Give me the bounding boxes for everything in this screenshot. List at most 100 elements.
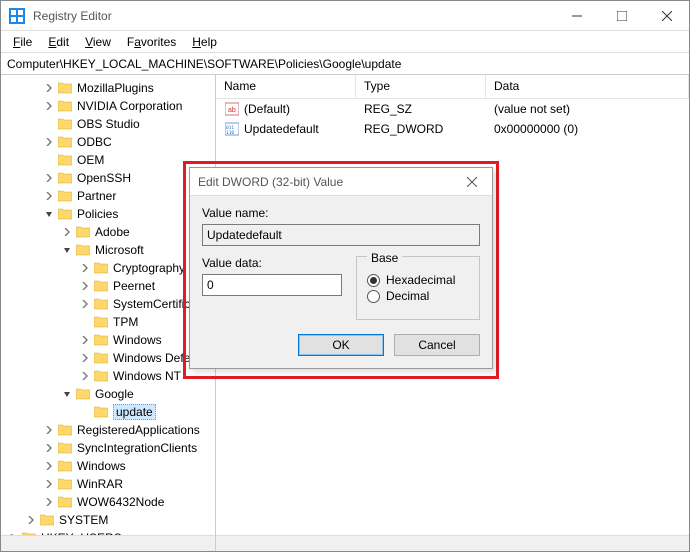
radio-hexadecimal[interactable]: Hexadecimal	[367, 273, 469, 287]
address-bar[interactable]: Computer\HKEY_LOCAL_MACHINE\SOFTWARE\Pol…	[1, 53, 689, 75]
tree-node-label: TPM	[113, 315, 138, 329]
chevron-right-icon[interactable]	[43, 496, 55, 508]
tree-node-label: Microsoft	[95, 243, 144, 257]
maximize-button[interactable]	[599, 1, 644, 31]
menu-favorites[interactable]: Favorites	[119, 33, 184, 51]
base-legend: Base	[367, 251, 402, 265]
cancel-button[interactable]: Cancel	[394, 334, 480, 356]
tree-node-mozillaplugins[interactable]: MozillaPlugins	[5, 79, 215, 97]
chevron-right-icon[interactable]	[43, 100, 55, 112]
chevron-right-icon[interactable]	[43, 136, 55, 148]
tree-node-label: ODBC	[77, 135, 112, 149]
close-button[interactable]	[644, 1, 689, 31]
tree-node-obs-studio[interactable]: OBS Studio	[5, 115, 215, 133]
chevron-right-icon[interactable]	[79, 298, 91, 310]
list-header: Name Type Data	[216, 75, 689, 99]
chevron-right-icon[interactable]	[79, 334, 91, 346]
tree-node-update[interactable]: update	[5, 403, 215, 421]
tree-node-cryptography[interactable]: Cryptography	[5, 259, 215, 277]
chevron-right-icon[interactable]	[43, 82, 55, 94]
tree-node-syncintegrationclients[interactable]: SyncIntegrationClients	[5, 439, 215, 457]
tree-panel[interactable]: MozillaPluginsNVIDIA Corporation OBS Stud…	[1, 75, 216, 551]
tree-node-policies[interactable]: Policies	[5, 205, 215, 223]
folder-icon	[57, 99, 73, 113]
tree-node-label: OBS Studio	[77, 117, 140, 131]
tree-node-partner[interactable]: Partner	[5, 187, 215, 205]
tree-node-nvidia-corporation[interactable]: NVIDIA Corporation	[5, 97, 215, 115]
chevron-right-icon[interactable]	[79, 280, 91, 292]
dialog-title: Edit DWORD (32-bit) Value	[198, 175, 460, 189]
chevron-right-icon[interactable]	[43, 460, 55, 472]
ok-button[interactable]: OK	[298, 334, 384, 356]
chevron-down-icon[interactable]	[43, 208, 55, 220]
tree-node-tpm[interactable]: TPM	[5, 313, 215, 331]
dialog-close-button[interactable]	[460, 170, 484, 194]
value-name-input[interactable]	[202, 224, 480, 246]
tree-node-oem[interactable]: OEM	[5, 151, 215, 169]
menu-view[interactable]: View	[77, 33, 119, 51]
folder-icon	[39, 513, 55, 527]
column-name[interactable]: Name	[216, 75, 356, 98]
list-row[interactable]: ab(Default)REG_SZ(value not set)	[216, 99, 689, 119]
dialog-titlebar[interactable]: Edit DWORD (32-bit) Value	[190, 168, 492, 196]
menu-file[interactable]: File	[5, 33, 40, 51]
column-data[interactable]: Data	[486, 75, 689, 98]
tree-node-odbc[interactable]: ODBC	[5, 133, 215, 151]
value-name-label: Value name:	[202, 206, 480, 220]
tree-node-label: OpenSSH	[77, 171, 131, 185]
tree-node-openssh[interactable]: OpenSSH	[5, 169, 215, 187]
tree-node-label: update	[113, 404, 156, 420]
chevron-right-icon[interactable]	[61, 226, 73, 238]
tree-node-peernet[interactable]: Peernet	[5, 277, 215, 295]
list-horizontal-scrollbar[interactable]	[216, 535, 689, 551]
chevron-right-icon[interactable]	[43, 424, 55, 436]
tree-node-adobe[interactable]: Adobe	[5, 223, 215, 241]
chevron-right-icon[interactable]	[79, 370, 91, 382]
tree-node-windows[interactable]: Windows	[5, 331, 215, 349]
chevron-right-icon[interactable]	[43, 172, 55, 184]
tree-node-wow6432node[interactable]: WOW6432Node	[5, 493, 215, 511]
folder-icon	[93, 297, 109, 311]
tree-node-windows-nt[interactable]: Windows NT	[5, 367, 215, 385]
radio-hexadecimal-label: Hexadecimal	[386, 273, 455, 287]
value-name: Updatedefault	[244, 122, 319, 136]
tree-node-registeredapplications[interactable]: RegisteredApplications	[5, 421, 215, 439]
folder-icon	[75, 243, 91, 257]
chevron-right-icon[interactable]	[79, 352, 91, 364]
tree-node-label: SyncIntegrationClients	[77, 441, 197, 455]
tree-node-label: OEM	[77, 153, 104, 167]
chevron-right-icon[interactable]	[79, 262, 91, 274]
folder-icon	[57, 189, 73, 203]
folder-icon	[57, 171, 73, 185]
tree-node-systemcertificates[interactable]: SystemCertificates	[5, 295, 215, 313]
tree-node-windows-defender[interactable]: Windows Defender	[5, 349, 215, 367]
tree-node-label: WinRAR	[77, 477, 123, 491]
tree-horizontal-scrollbar[interactable]	[1, 535, 215, 551]
chevron-right-icon[interactable]	[43, 478, 55, 490]
tree-node-microsoft[interactable]: Microsoft	[5, 241, 215, 259]
address-path[interactable]: Computer\HKEY_LOCAL_MACHINE\SOFTWARE\Pol…	[1, 57, 401, 71]
radio-decimal[interactable]: Decimal	[367, 289, 469, 303]
menu-help[interactable]: Help	[184, 33, 225, 51]
value-type: REG_SZ	[356, 102, 486, 116]
folder-icon	[57, 117, 73, 131]
tree-node-label: Adobe	[95, 225, 130, 239]
tree-node-system[interactable]: SYSTEM	[5, 511, 215, 529]
tree-node-label: Windows NT	[113, 369, 181, 383]
chevron-right-icon[interactable]	[43, 190, 55, 202]
tree-node-label: Windows	[77, 459, 126, 473]
value-data-input[interactable]	[202, 274, 342, 296]
tree-node-winrar[interactable]: WinRAR	[5, 475, 215, 493]
folder-icon	[93, 405, 109, 419]
column-type[interactable]: Type	[356, 75, 486, 98]
tree-node-google[interactable]: Google	[5, 385, 215, 403]
chevron-right-icon[interactable]	[43, 442, 55, 454]
tree-node-windows[interactable]: Windows	[5, 457, 215, 475]
minimize-button[interactable]	[554, 1, 599, 31]
chevron-down-icon[interactable]	[61, 244, 73, 256]
chevron-down-icon[interactable]	[61, 388, 73, 400]
menu-edit[interactable]: Edit	[40, 33, 77, 51]
chevron-right-icon[interactable]	[25, 514, 37, 526]
tree-node-label: Windows	[113, 333, 162, 347]
list-row[interactable]: 011110UpdatedefaultREG_DWORD0x00000000 (…	[216, 119, 689, 139]
